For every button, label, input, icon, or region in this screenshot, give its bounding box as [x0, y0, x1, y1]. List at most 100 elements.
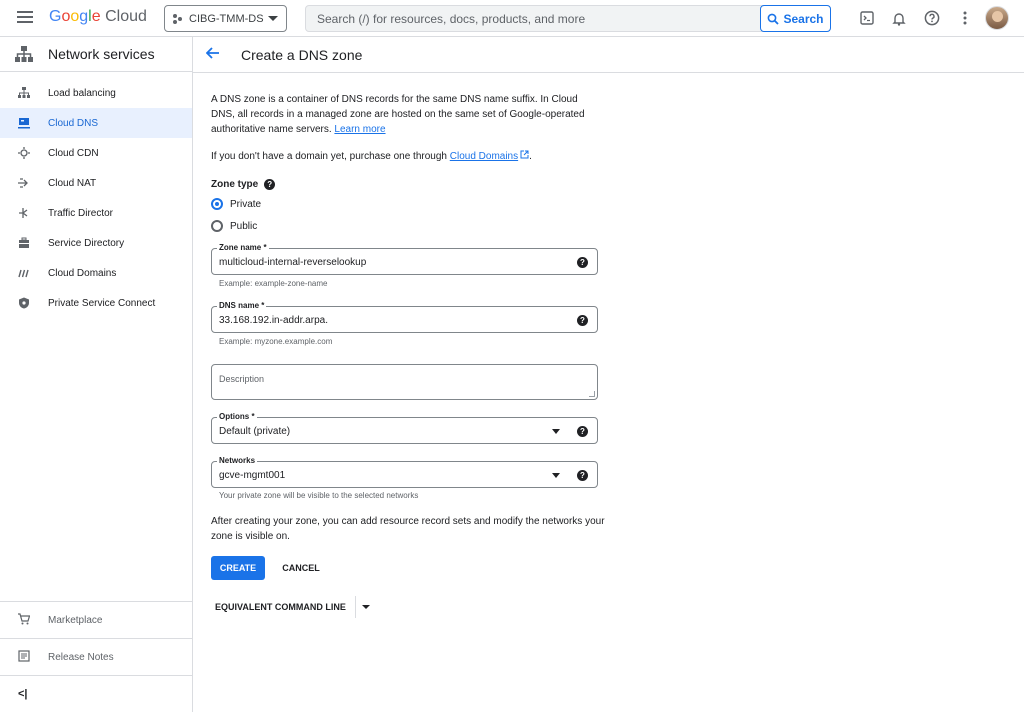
learn-more-link[interactable]: Learn more [334, 124, 385, 135]
cancel-button[interactable]: CANCEL [274, 556, 328, 580]
network-services-icon [15, 46, 33, 62]
equivalent-command-line-label: EQUIVALENT COMMAND LINE [215, 602, 346, 612]
resize-handle-icon[interactable] [589, 391, 595, 397]
sidebar-item-label: Cloud Domains [48, 267, 117, 279]
description-textarea[interactable]: Description [211, 364, 598, 400]
networks-label: Networks [217, 456, 258, 465]
sidebar-item-load-balancing[interactable]: Load balancing [0, 78, 192, 108]
cloud-domains-link[interactable]: Cloud Domains [450, 151, 518, 162]
options-select[interactable]: Options * Default (private) ? [211, 412, 598, 444]
zone-name-field[interactable]: Zone name * multicloud-internal-reversel… [211, 243, 598, 275]
project-name: CIBG-TMM-DS [189, 12, 264, 25]
sidebar-release-notes[interactable]: Release Notes [0, 638, 192, 675]
zone-type-label-text: Zone type [211, 179, 259, 190]
marketplace-label: Marketplace [48, 614, 103, 626]
domains-icon [18, 267, 30, 279]
radio-label: Private [230, 198, 262, 210]
equivalent-command-line-button[interactable]: EQUIVALENT COMMAND LINE [215, 595, 370, 619]
help-icon[interactable]: ? [577, 470, 588, 481]
sidebar-item-label: Load balancing [48, 87, 116, 99]
notifications-icon[interactable] [890, 9, 908, 27]
menu-icon[interactable] [17, 11, 33, 25]
sidebar-item-cloud-cdn[interactable]: Cloud CDN [0, 138, 192, 168]
sidebar-item-cloud-domains[interactable]: Cloud Domains [0, 258, 192, 288]
create-button[interactable]: CREATE [211, 556, 265, 580]
sidebar-item-label: Cloud DNS [48, 117, 99, 129]
search-bar: Search [305, 5, 831, 32]
sidebar-item-service-directory[interactable]: Service Directory [0, 228, 192, 258]
back-arrow-icon[interactable] [205, 46, 224, 64]
collapse-icon: <| [18, 688, 28, 700]
zone-name-label: Zone name * [217, 243, 269, 252]
sidebar-item-cloud-dns[interactable]: Cloud DNS [0, 108, 192, 138]
sidebar-item-label: Cloud NAT [48, 177, 97, 189]
networks-select[interactable]: Networks gcve-mgmt001 ? [211, 456, 598, 488]
help-icon[interactable]: ? [577, 257, 588, 268]
networks-value: gcve-mgmt001 [219, 470, 286, 481]
options-value: Default (private) [219, 426, 291, 437]
purchase-end: . [529, 151, 532, 162]
sidebar-item-label: Traffic Director [48, 207, 114, 219]
logo-google: Google [49, 8, 101, 25]
chevron-down-icon[interactable] [361, 605, 370, 609]
help-icon[interactable]: ? [577, 426, 588, 437]
chevron-down-icon[interactable] [552, 429, 560, 434]
logo-cloud: Cloud [105, 8, 147, 25]
zone-type-public-option[interactable]: Public [211, 216, 611, 236]
sidebar-item-label: Cloud CDN [48, 147, 99, 159]
traffic-director-icon [18, 207, 30, 219]
release-notes-label: Release Notes [48, 651, 114, 663]
sidebar: Network services Load balancing Cloud DN… [0, 37, 193, 712]
divider [354, 596, 356, 618]
zone-description-text: A DNS zone is a container of DNS records… [211, 92, 596, 137]
help-icon[interactable]: ? [577, 315, 588, 326]
avatar[interactable] [985, 6, 1009, 30]
after-create-text: After creating your zone, you can add re… [211, 516, 605, 542]
help-icon[interactable]: ? [264, 179, 276, 190]
description-placeholder: Description [219, 374, 265, 384]
cdn-icon [18, 147, 30, 159]
dns-icon [18, 117, 30, 129]
nat-icon [18, 177, 30, 189]
sidebar-item-private-service-connect[interactable]: Private Service Connect [0, 288, 192, 318]
radio-label: Public [230, 220, 258, 232]
page-header: Create a DNS zone [193, 37, 1024, 73]
sidebar-item-traffic-director[interactable]: Traffic Director [0, 198, 192, 228]
more-vert-icon[interactable] [956, 9, 974, 27]
zone-type-label: Zone type ? [211, 179, 611, 190]
sidebar-item-cloud-nat[interactable]: Cloud NAT [0, 168, 192, 198]
sidebar-item-label: Service Directory [48, 237, 125, 249]
sidebar-marketplace[interactable]: Marketplace [0, 601, 192, 638]
create-zone-form: A DNS zone is a container of DNS records… [211, 73, 611, 618]
zone-type-private-option[interactable]: Private [211, 194, 611, 214]
purchase-text: If you don't have a domain yet, purchase… [211, 150, 611, 162]
chevron-down-icon[interactable] [552, 473, 560, 478]
collapse-sidebar-button[interactable]: <| [0, 675, 192, 712]
shield-icon [18, 297, 30, 309]
zone-name-hint: Example: example-zone-name [219, 279, 328, 288]
dns-name-label: DNS name * [217, 301, 267, 310]
search-input[interactable] [306, 6, 761, 31]
cart-icon [18, 612, 31, 628]
radio-private[interactable] [211, 198, 223, 210]
search-button[interactable]: Search [760, 5, 831, 32]
top-bar: Google Cloud CIBG-TMM-DS Search [0, 0, 1024, 37]
dns-name-hint: Example: myzone.example.com [219, 337, 333, 346]
service-directory-icon [18, 237, 30, 249]
cloud-shell-icon[interactable] [858, 9, 876, 27]
chevron-down-icon [268, 16, 278, 21]
purchase-body: If you don't have a domain yet, purchase… [211, 151, 447, 162]
networks-hint: Your private zone will be visible to the… [219, 491, 419, 500]
sidebar-header: Network services [0, 37, 192, 72]
help-icon[interactable] [923, 9, 941, 27]
release-notes-icon [18, 649, 30, 665]
page-title: Create a DNS zone [241, 46, 363, 63]
project-picker[interactable]: CIBG-TMM-DS [164, 5, 287, 32]
sidebar-item-label: Private Service Connect [48, 297, 156, 309]
description-body: A DNS zone is a container of DNS records… [211, 94, 585, 135]
dns-name-value: 33.168.192.in-addr.arpa. [219, 315, 328, 326]
radio-public[interactable] [211, 220, 223, 232]
sidebar-title: Network services [48, 46, 155, 62]
dns-name-field[interactable]: DNS name * 33.168.192.in-addr.arpa. ? [211, 301, 598, 333]
google-cloud-logo[interactable]: Google Cloud [49, 8, 147, 26]
